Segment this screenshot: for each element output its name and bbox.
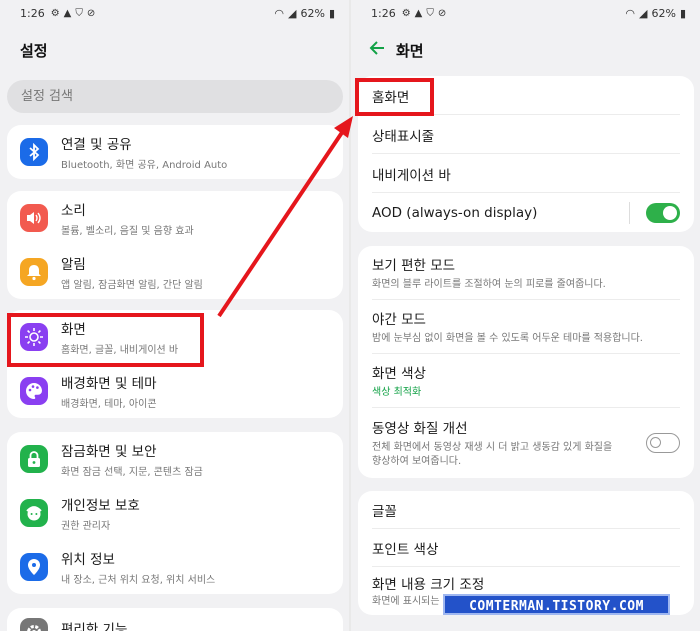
watermark: COMTERMAN.TISTORY.COM	[443, 594, 670, 615]
annotation-arrow	[217, 116, 353, 318]
